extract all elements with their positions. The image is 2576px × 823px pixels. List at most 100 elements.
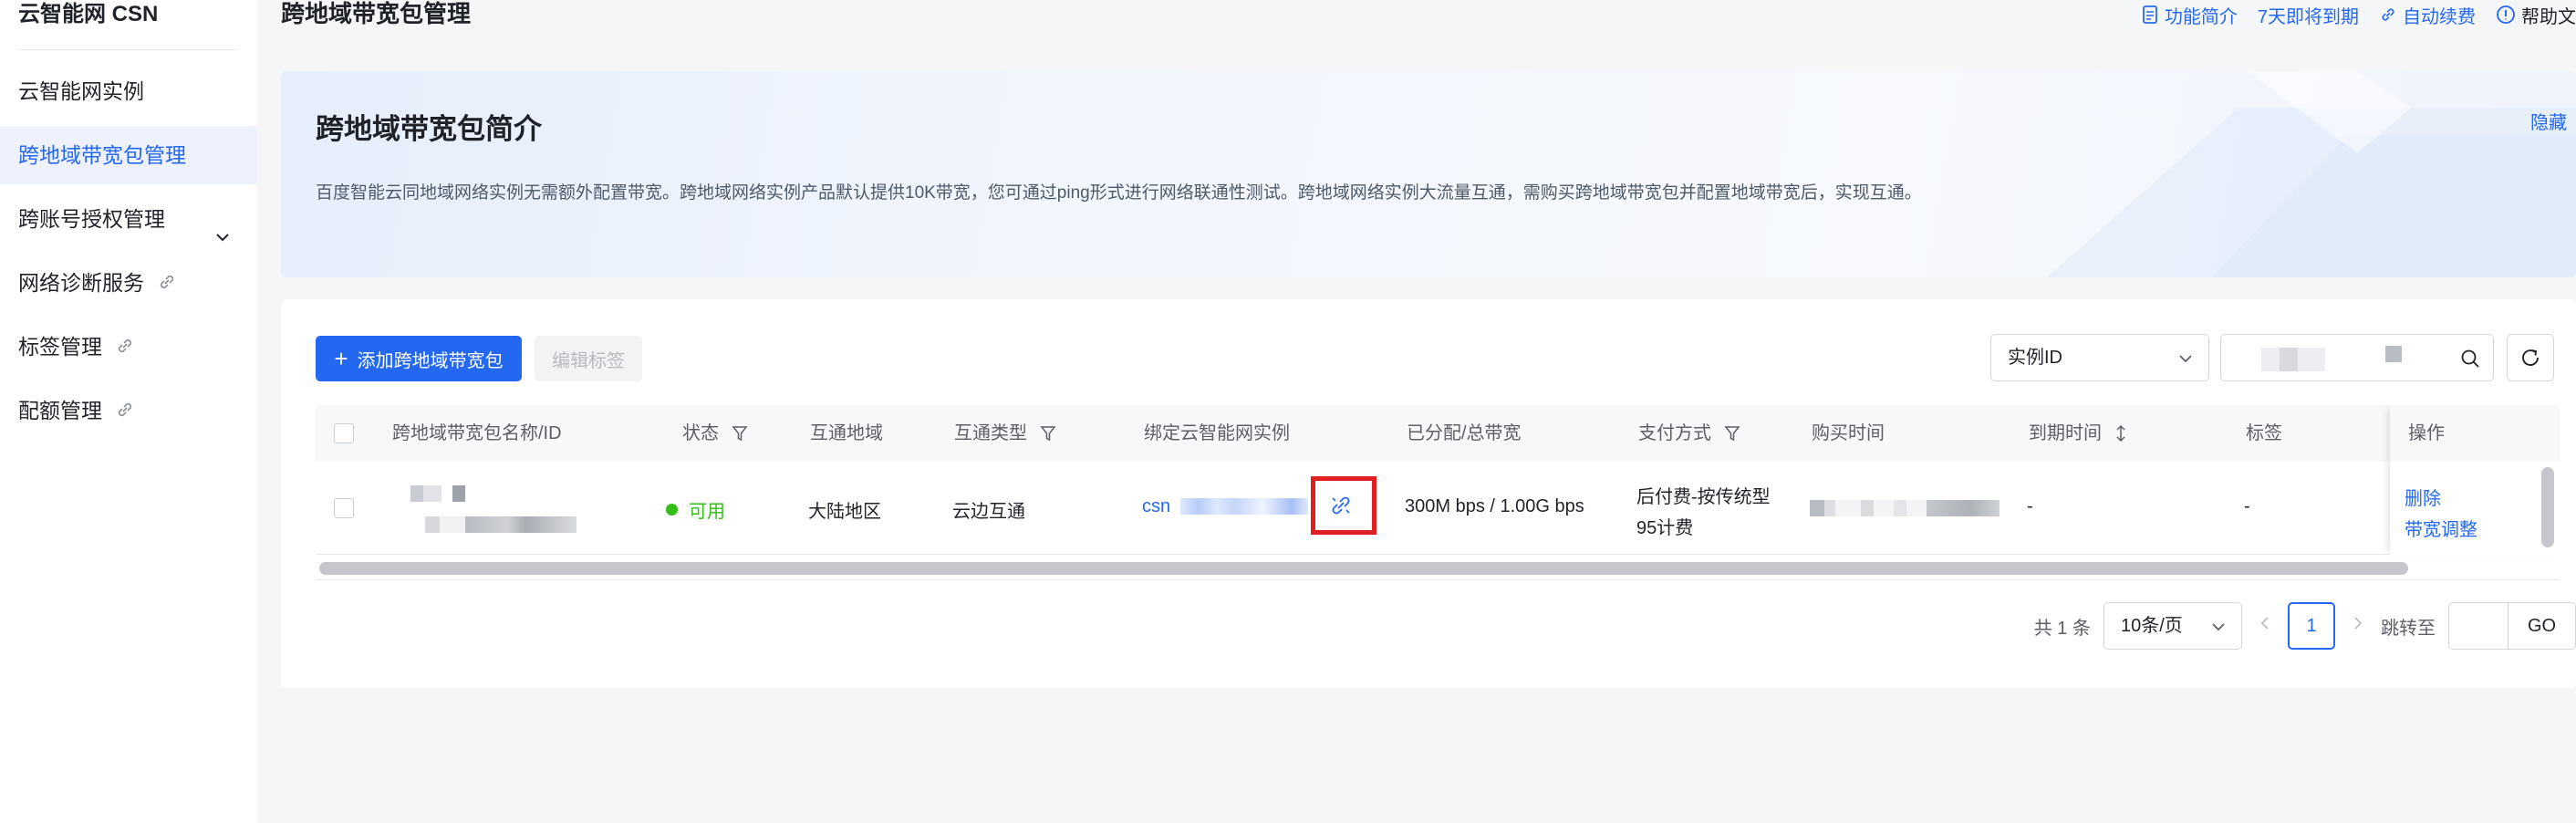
sidebar-divider [18,49,237,50]
bound-instance-link[interactable]: csn [1142,496,1170,517]
jump-page-input[interactable] [2448,602,2508,650]
filter-icon[interactable] [732,424,748,443]
sidebar-item-cross-account-auth[interactable]: 跨账号授权管理 [0,190,257,248]
col-bandwidth: 已分配/总带宽 [1407,405,1522,462]
col-name: 跨地域带宽包名称/ID [392,405,562,462]
page-size-select[interactable]: 10条/页 [2103,602,2242,650]
col-tags-label: 标签 [2246,423,2282,443]
total-count: 共 1 条 [2033,618,2091,639]
search-box [2220,334,2494,381]
bandwidth-package-table: 跨地域带宽包名称/ID 状态 互通地域 互通类型 绑定云智能网实例 已分配/总带… [316,405,2560,580]
help-link[interactable]: 帮助文 [2496,2,2576,28]
intro-card: 跨地域带宽包简介 隐藏 百度智能云同地域网络实例无需额外配置带宽。跨地域网络实例… [281,71,2576,277]
sidebar-item-label: 云智能网实例 [18,79,144,103]
redacted-name [452,485,465,502]
col-name-label: 跨地域带宽包名称/ID [392,423,562,443]
sidebar: 云智能网 CSN 云智能网实例 跨地域带宽包管理 跨账号授权管理 网络诊断服务 … [0,0,257,823]
col-expire-time: 到期时间 [2029,405,2127,462]
search-field-select[interactable]: 实例ID [1990,334,2209,381]
region-cell: 大陆地区 [808,502,881,522]
col-ops-label: 操作 [2390,405,2560,462]
col-status-label: 状态 [682,423,719,443]
expiring-soon-link[interactable]: 7天即将到期 [2258,2,2359,28]
next-page-button[interactable] [2352,615,2364,637]
refresh-button[interactable] [2507,334,2554,381]
sidebar-item-bandwidth-packages[interactable]: 跨地域带宽包管理 [0,126,257,184]
intro-description: 百度智能云同地域网络实例无需额外配置带宽。跨地域网络实例产品默认提供10K带宽，… [316,183,1922,203]
external-link-icon [115,319,135,378]
info-icon [2497,5,2515,24]
chevron-right-icon [2354,617,2363,630]
filter-icon[interactable] [1040,424,1056,443]
sidebar-item-csn-instances[interactable]: 云智能网实例 [0,62,257,120]
sidebar-item-label: 跨地域带宽包管理 [18,143,186,167]
sidebar-item-quota-management[interactable]: 配额管理 [0,381,257,440]
col-tags: 标签 [2246,405,2282,462]
hide-intro-link[interactable]: 隐藏 [2530,108,2567,134]
delete-link[interactable]: 删除 [2405,484,2441,510]
select-all-checkbox[interactable] [334,423,354,443]
sidebar-item-label: 配额管理 [18,399,102,422]
document-icon [2142,5,2157,24]
decoration-graphic [2047,71,2576,277]
table-header: 跨地域带宽包名称/ID 状态 互通地域 互通类型 绑定云智能网实例 已分配/总带… [316,405,2560,462]
bandwidth-cell: 300M bps / 1.00G bps [1405,496,1584,516]
redacted-text [2261,348,2325,371]
expiring-soon-label: 7天即将到期 [2257,6,2359,27]
link-icon [2382,8,2394,21]
col-type-label: 互通类型 [954,423,1027,443]
redacted-instance-id [1180,498,1308,515]
add-bandwidth-package-button[interactable]: + 添加跨地域带宽包 [316,336,522,381]
sidebar-item-label: 标签管理 [18,335,102,359]
redacted-purchase-time [1810,500,2000,516]
vertical-scrollbar[interactable] [2541,467,2554,547]
expire-cell: - [2027,496,2033,516]
sidebar-item-network-diagnosis[interactable]: 网络诊断服务 [0,254,257,312]
sort-icon[interactable] [2114,423,2127,443]
auto-renew-link[interactable]: 自动续费 [2379,2,2476,28]
adjust-bandwidth-link[interactable]: 带宽调整 [2405,515,2477,541]
edit-tags-button[interactable]: 编辑标签 [535,336,642,381]
col-type: 互通类型 [954,405,1056,462]
col-payment: 支付方式 [1638,405,1740,462]
col-status: 状态 [682,405,748,462]
highlight-box [1311,476,1376,535]
row-checkbox[interactable] [334,498,354,518]
filter-icon[interactable] [1724,424,1740,443]
table-row: 可用 大陆地区 云边互通 csn 300M bps / 1.00G bps 后付… [316,462,2560,555]
col-bound-label: 绑定云智能网实例 [1144,423,1290,443]
sidebar-item-label: 网络诊断服务 [18,271,144,295]
sidebar-item-tag-management[interactable]: 标签管理 [0,318,257,376]
redacted-id [425,516,576,533]
horizontal-scrollbar[interactable] [319,562,2408,575]
go-button[interactable]: GO [2508,602,2576,650]
chevron-down-icon [2179,355,2192,363]
payment-line1: 后付费-按传统型 [1636,487,1771,507]
prev-page-button[interactable] [2259,615,2271,637]
external-link-icon [157,255,177,314]
search-icon[interactable] [2460,349,2480,369]
redacted-name [410,485,441,502]
plus-icon: + [334,345,348,372]
col-region: 互通地域 [810,405,883,462]
page-number-button[interactable]: 1 [2288,602,2335,650]
page-title: 跨地域带宽包管理 [281,0,472,27]
status-cell: 可用 [666,496,725,523]
search-field-value: 实例ID [2008,348,2062,368]
jump-label: 跳转至 [2381,618,2436,639]
header-links: 功能简介 7天即将到期 自动续费 帮助文 [2121,0,2576,29]
refresh-icon [2522,349,2539,366]
payment-line2: 95计费 [1636,518,1694,538]
col-region-label: 互通地域 [810,423,883,443]
col-bound-instance: 绑定云智能网实例 [1144,405,1290,462]
feature-intro-link[interactable]: 功能简介 [2141,2,2238,28]
col-bandwidth-label: 已分配/总带宽 [1407,423,1522,443]
col-expire-label: 到期时间 [2029,423,2102,443]
col-purchase-label: 购买时间 [1812,423,1885,443]
auto-renew-label: 自动续费 [2403,6,2476,27]
intro-title: 跨地域带宽包简介 [316,113,542,145]
type-cell: 云边互通 [952,502,1025,522]
chevron-down-icon [2212,623,2225,631]
status-text: 可用 [689,502,725,522]
page-size-value: 10条/页 [2121,616,2183,636]
